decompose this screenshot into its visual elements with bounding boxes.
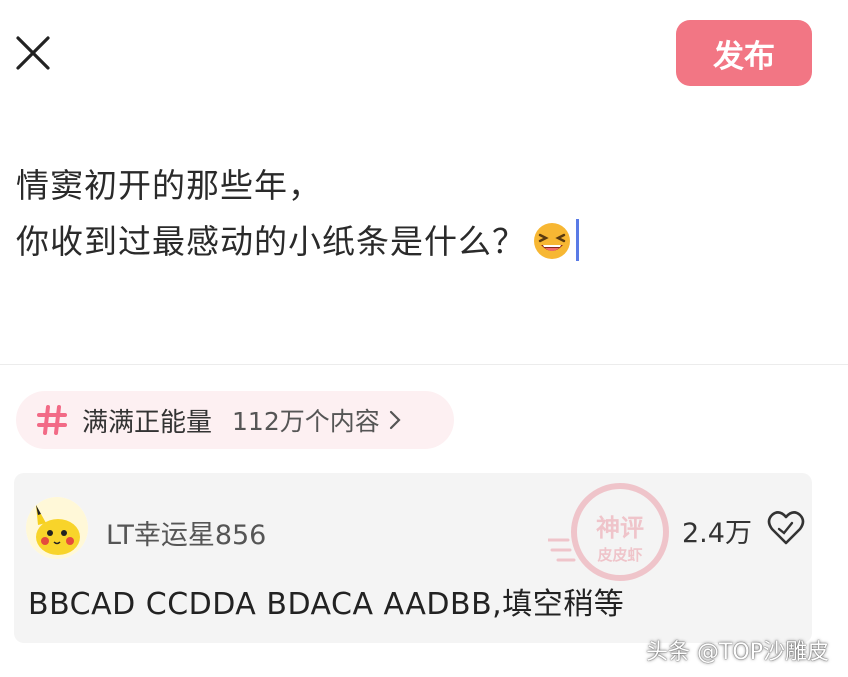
top-comment-card[interactable]: LT幸运星856 2.4万 BBCAD CCDDA BDACA AADBB,填空… (14, 473, 812, 643)
chevron-right-icon (389, 410, 401, 430)
post-line-1: 情窦初开的那些年， (16, 166, 322, 205)
watermark: 头条 @TOP沙雕皮 (646, 640, 830, 665)
comment-username[interactable]: LT幸运星856 (106, 513, 266, 552)
stamp-text-1: 神评 (596, 514, 644, 542)
comment-text: BBCAD CCDDA BDACA AADBB,填空稍等 (28, 587, 625, 622)
post-editor[interactable]: 情窦初开的那些年， 你收到过最感动的小纸条是什么？ (16, 158, 579, 270)
publish-button[interactable]: 发布 (676, 20, 812, 86)
laughing-emoji-icon (534, 223, 570, 259)
post-line-2-text: 你收到过最感动的小纸条是什么？ (16, 222, 526, 261)
topic-count: 112万个内容 (232, 407, 380, 436)
stamp-text-2: 皮皮虾 (597, 546, 642, 564)
text-cursor (576, 219, 579, 261)
like-count: 2.4万 (682, 518, 752, 549)
divider (0, 364, 848, 365)
shenping-stamp-icon: 神评 皮皮虾 (548, 483, 669, 581)
topic-name: 满满正能量 (82, 407, 213, 438)
hash-icon (37, 405, 67, 435)
avatar[interactable] (26, 497, 88, 559)
heart-icon[interactable] (766, 509, 806, 547)
topic-tag[interactable]: 满满正能量 112万个内容 (16, 391, 454, 449)
post-line-2: 你收到过最感动的小纸条是什么？ (16, 214, 579, 270)
close-icon[interactable] (14, 34, 54, 74)
